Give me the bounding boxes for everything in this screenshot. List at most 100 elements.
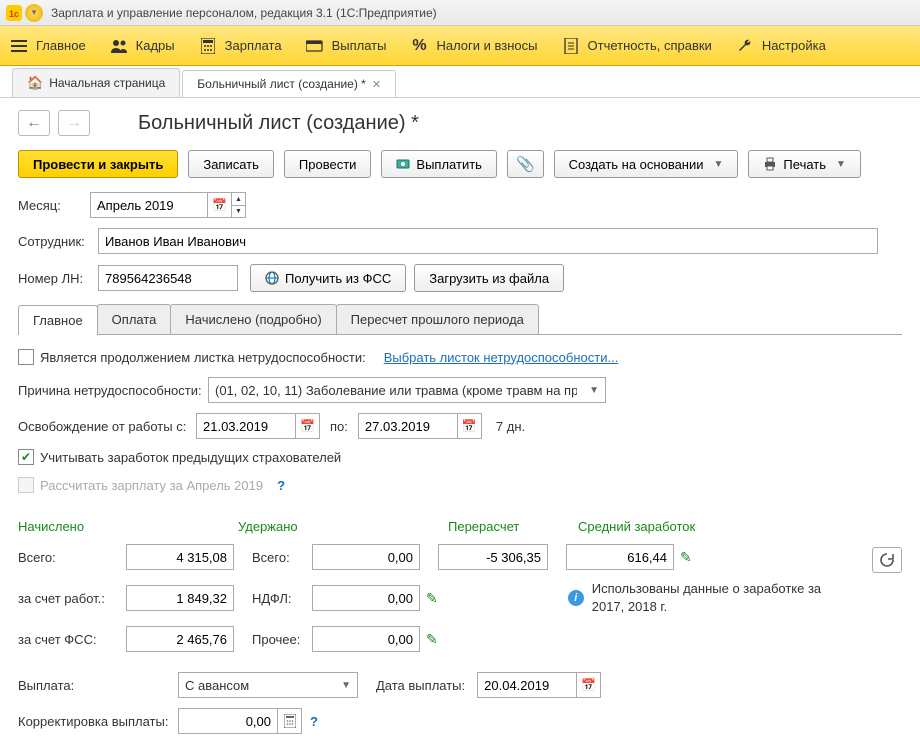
tab-home[interactable]: 🏠 Начальная страница (12, 68, 180, 97)
date-to-calendar[interactable]: 📅 (458, 413, 482, 439)
payout-date-box: 📅 (477, 672, 601, 698)
sum-line-employer: за счет работ.: НДФЛ: ✎ i Использованы д… (18, 580, 872, 616)
prev-insurers-checkbox[interactable]: ✔ (18, 449, 34, 465)
print-button[interactable]: Печать ▼ (748, 150, 861, 178)
row-release: Освобождение от работы с: 📅 по: 📅 7 дн. (18, 413, 902, 439)
payout-date-calendar[interactable]: 📅 (577, 672, 601, 698)
continuation-label: Является продолжением листка нетрудоспос… (40, 350, 366, 365)
correction-input[interactable] (178, 708, 278, 734)
date-from-input[interactable] (196, 413, 296, 439)
pencil-icon[interactable]: ✎ (426, 590, 438, 607)
select-sheet-link[interactable]: Выбрать листок нетрудоспособности... (384, 350, 619, 365)
help-icon[interactable]: ? (310, 714, 318, 729)
row-employee: Сотрудник: (18, 228, 902, 254)
submit-close-button[interactable]: Провести и закрыть (18, 150, 178, 178)
employer-input[interactable] (126, 585, 234, 611)
avg-input[interactable] (566, 544, 674, 570)
continuation-checkbox[interactable] (18, 349, 34, 365)
globe-icon (265, 271, 279, 285)
menu-label: Кадры (136, 38, 175, 53)
menu-reports[interactable]: Отчетность, справки (562, 37, 712, 55)
subtabs: Главное Оплата Начислено (подробно) Пере… (18, 304, 902, 335)
subtab-recalc[interactable]: Пересчет прошлого периода (336, 304, 539, 334)
recalc-input[interactable] (438, 544, 548, 570)
home-icon: 🏠 (27, 75, 43, 91)
fss-input[interactable] (126, 626, 234, 652)
total-accrued-input[interactable] (126, 544, 234, 570)
release-label: Освобождение от работы с: (18, 419, 196, 434)
create-based-label: Создать на основании (569, 157, 704, 172)
submit-button[interactable]: Провести (284, 150, 372, 178)
menu-label: Отчетность, справки (588, 38, 712, 53)
nav-back-button[interactable]: ← (18, 110, 50, 136)
pencil-icon[interactable]: ✎ (680, 549, 692, 566)
correction-label: Корректировка выплаты: (18, 714, 178, 729)
recalc-salary-checkbox (18, 477, 34, 493)
days-text: 7 дн. (496, 419, 525, 434)
other-input[interactable] (312, 626, 420, 652)
ndfl-input[interactable] (312, 585, 420, 611)
pencil-icon[interactable]: ✎ (426, 631, 438, 648)
fss-label: за счет ФСС: (18, 632, 126, 647)
attach-button[interactable]: 📎 (507, 150, 544, 178)
tab-label: Больничный лист (создание) * (197, 77, 366, 91)
percent-icon: % (410, 37, 428, 55)
employee-label: Сотрудник: (18, 234, 98, 249)
help-icon[interactable]: ? (277, 478, 285, 493)
wrench-icon (736, 37, 754, 55)
ln-input[interactable] (98, 265, 238, 291)
save-button[interactable]: Записать (188, 150, 274, 178)
sum-line-fss: за счет ФСС: Прочее: ✎ (18, 626, 872, 652)
menu-settings[interactable]: Настройка (736, 37, 826, 55)
menu-burger[interactable]: Главное (10, 37, 86, 55)
chevron-down-icon: ▼ (836, 159, 846, 170)
month-input[interactable] (90, 192, 208, 218)
date-to-box: 📅 (358, 413, 482, 439)
reason-select[interactable]: (01, 02, 10, 11) Заболевание или травма … (208, 377, 606, 403)
header-withheld: Удержано (238, 519, 448, 534)
payout-value: С авансом (185, 678, 249, 693)
get-fss-label: Получить из ФСС (285, 271, 391, 286)
row-month: Месяц: 📅 ▲ ▼ (18, 192, 902, 218)
nav-forward-button[interactable]: → (58, 110, 90, 136)
pay-button[interactable]: Выплатить (381, 150, 497, 178)
get-fss-button[interactable]: Получить из ФСС (250, 264, 406, 292)
payout-date-input[interactable] (477, 672, 577, 698)
menu-salary[interactable]: Зарплата (199, 37, 282, 55)
report-icon (562, 37, 580, 55)
correction-calc-button[interactable] (278, 708, 302, 734)
total-label: Всего: (18, 550, 126, 565)
summary-headers: Начислено Удержано Перерасчет Средний за… (18, 519, 872, 534)
menu-payments[interactable]: Выплаты (306, 37, 387, 55)
recalc-salary-label: Рассчитать зарплату за Апрель 2019 (40, 478, 263, 493)
header-recalc: Перерасчет (448, 519, 578, 534)
total-withheld-input[interactable] (312, 544, 420, 570)
menu-staff[interactable]: Кадры (110, 37, 175, 55)
spinner-down[interactable]: ▼ (232, 205, 246, 218)
subtab-payment[interactable]: Оплата (97, 304, 172, 334)
printer-icon (763, 157, 777, 171)
refresh-button[interactable] (872, 547, 902, 573)
row-prev-insurers: ✔ Учитывать заработок предыдущих страхов… (18, 449, 902, 465)
print-label: Печать (783, 157, 826, 172)
date-to-input[interactable] (358, 413, 458, 439)
month-calendar-button[interactable]: 📅 (208, 192, 232, 218)
titlebar-dropdown-icon[interactable]: ▾ (25, 4, 43, 22)
create-based-button[interactable]: Создать на основании▼ (554, 150, 739, 178)
subtab-main[interactable]: Главное (18, 305, 98, 335)
close-icon[interactable]: ✕ (372, 78, 381, 91)
menu-label: Главное (36, 38, 86, 53)
reason-value: (01, 02, 10, 11) Заболевание или травма … (215, 383, 577, 398)
date-from-calendar[interactable]: 📅 (296, 413, 320, 439)
spinner-up[interactable]: ▲ (232, 192, 246, 205)
burger-icon (10, 37, 28, 55)
menu-label: Выплаты (332, 38, 387, 53)
load-file-button[interactable]: Загрузить из файла (414, 264, 564, 292)
paperclip-icon: 📎 (516, 155, 535, 173)
menu-taxes[interactable]: %Налоги и взносы (410, 37, 537, 55)
payout-select[interactable]: С авансом ▼ (178, 672, 358, 698)
subtab-accrued[interactable]: Начислено (подробно) (170, 304, 336, 334)
tab-sick-leave[interactable]: Больничный лист (создание) * ✕ (182, 70, 396, 97)
employee-input[interactable] (98, 228, 878, 254)
other-label: Прочее: (252, 632, 312, 647)
